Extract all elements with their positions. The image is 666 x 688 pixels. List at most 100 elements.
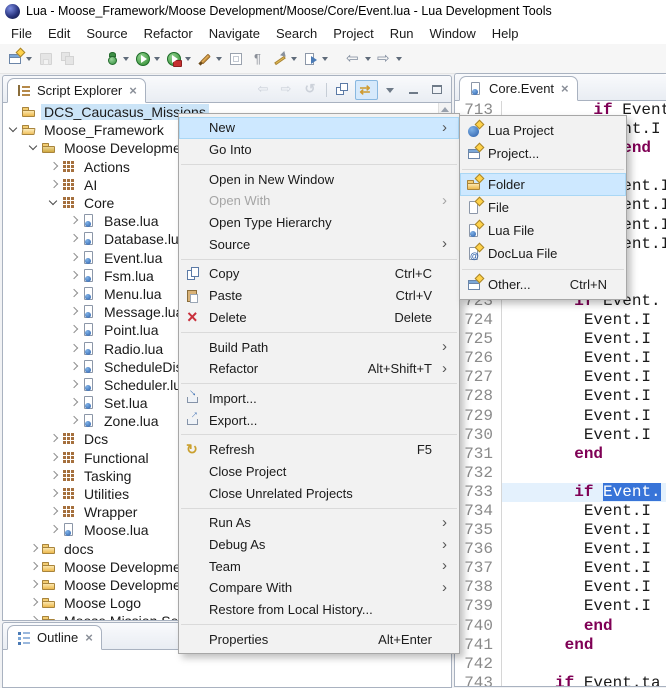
menu-search[interactable]: Search (268, 24, 325, 43)
chevron-collapsed-icon[interactable] (69, 234, 79, 244)
chevron-collapsed-icon[interactable] (69, 416, 79, 426)
chevron-collapsed-icon[interactable] (49, 525, 59, 535)
chevron-expanded-icon[interactable] (9, 125, 19, 135)
new-submenu-item-project[interactable]: Project... (460, 142, 626, 165)
close-icon[interactable]: × (561, 84, 569, 94)
chevron-collapsed-icon[interactable] (29, 616, 39, 620)
code-line-741[interactable]: 741 end (455, 636, 666, 655)
run-button[interactable] (133, 49, 162, 69)
tab-core-event[interactable]: Core.Event × (459, 76, 578, 101)
code-line-739[interactable]: 739 Event.I (455, 597, 666, 616)
debug-button[interactable] (102, 49, 131, 69)
new-submenu-item-doclua-file[interactable]: DocLua File (460, 242, 626, 265)
context-menu-item-restore-from-local-history[interactable]: Restore from Local History... (179, 599, 459, 621)
chevron-collapsed-icon[interactable] (49, 434, 59, 444)
chevron-collapsed-icon[interactable] (69, 253, 79, 263)
code-line-728[interactable]: 728 Event.I (455, 387, 666, 406)
context-menu-item-build-path[interactable]: Build Path› (179, 336, 459, 358)
last-edit-location-button[interactable] (270, 49, 299, 69)
collapse-all-button[interactable] (332, 81, 353, 99)
menu-project[interactable]: Project (325, 24, 381, 43)
context-menu-item-compare-with[interactable]: Compare With› (179, 577, 459, 599)
chevron-collapsed-icon[interactable] (49, 162, 59, 172)
menu-source[interactable]: Source (78, 24, 135, 43)
chevron-collapsed-icon[interactable] (29, 580, 39, 590)
context-menu-item-close-unrelated-projects[interactable]: Close Unrelated Projects (179, 482, 459, 504)
chevron-down-icon[interactable] (396, 57, 402, 61)
chevron-collapsed-icon[interactable] (49, 489, 59, 499)
chevron-collapsed-icon[interactable] (49, 453, 59, 463)
code-line-740[interactable]: 740 end (455, 617, 666, 636)
chevron-down-icon[interactable] (291, 57, 297, 61)
chevron-collapsed-icon[interactable] (69, 307, 79, 317)
maximize-button[interactable] (426, 81, 447, 99)
code-line-730[interactable]: 730 Event.I (455, 426, 666, 445)
chevron-collapsed-icon[interactable] (69, 216, 79, 226)
context-menu-item-paste[interactable]: PasteCtrl+V (179, 285, 459, 307)
context-menu-item-source[interactable]: Source› (179, 233, 459, 255)
code-line-738[interactable]: 738 Event.I (455, 578, 666, 597)
close-icon[interactable]: × (85, 633, 93, 643)
menu-file[interactable]: File (3, 24, 40, 43)
menu-window[interactable]: Window (422, 24, 484, 43)
chevron-collapsed-icon[interactable] (69, 362, 79, 372)
context-menu-item-copy[interactable]: CopyCtrl+C (179, 263, 459, 285)
menu-run[interactable]: Run (382, 24, 422, 43)
chevron-collapsed-icon[interactable] (69, 271, 79, 281)
context-menu-item-refactor[interactable]: RefactorAlt+Shift+T› (179, 358, 459, 380)
brush-button[interactable] (195, 49, 224, 69)
context-menu-item-refresh[interactable]: RefreshF5 (179, 439, 459, 461)
chevron-collapsed-icon[interactable] (29, 544, 39, 554)
tab-outline[interactable]: Outline × (7, 625, 102, 650)
new-submenu-item-lua-file[interactable]: Lua File (460, 219, 626, 242)
new-submenu-item-lua-project[interactable]: Lua Project (460, 119, 626, 142)
code-line-731[interactable]: 731 end (455, 445, 666, 464)
chevron-collapsed-icon[interactable] (49, 471, 59, 481)
chevron-collapsed-icon[interactable] (69, 344, 79, 354)
view-menu-button[interactable] (380, 81, 401, 99)
code-line-734[interactable]: 734 Event.I (455, 502, 666, 521)
chevron-down-icon[interactable] (365, 57, 371, 61)
new-submenu-item-other[interactable]: Other...Ctrl+N (460, 273, 626, 296)
chevron-expanded-icon[interactable] (49, 198, 59, 208)
forward-button[interactable] (375, 49, 404, 69)
context-menu-item-open-type-hierarchy[interactable]: Open Type Hierarchy (179, 212, 459, 234)
context-menu-item-debug-as[interactable]: Debug As› (179, 534, 459, 556)
back-button[interactable] (344, 49, 373, 69)
chevron-collapsed-icon[interactable] (49, 180, 59, 190)
context-menu-item-properties[interactable]: PropertiesAlt+Enter (179, 628, 459, 650)
chevron-collapsed-icon[interactable] (49, 507, 59, 517)
chevron-collapsed-icon[interactable] (29, 598, 39, 608)
scroll-up-icon[interactable] (441, 107, 449, 112)
code-line-742[interactable]: 742 (455, 655, 666, 674)
code-line-727[interactable]: 727 Event.I (455, 368, 666, 387)
code-line-733[interactable]: 733 if Event. (455, 483, 666, 502)
new-submenu-item-folder[interactable]: Folder (460, 173, 626, 196)
tab-script-explorer[interactable]: Script Explorer × (7, 78, 146, 103)
menu-help[interactable]: Help (484, 24, 527, 43)
context-menu-item-go-into[interactable]: Go Into (179, 139, 459, 161)
code-line-726[interactable]: 726 Event.I (455, 349, 666, 368)
close-icon[interactable]: × (129, 86, 137, 96)
minimize-button[interactable] (403, 81, 424, 99)
chevron-down-icon[interactable] (154, 57, 160, 61)
chevron-expanded-icon[interactable] (29, 143, 39, 153)
new-submenu-item-file[interactable]: File (460, 196, 626, 219)
code-line-724[interactable]: 724 Event.I (455, 311, 666, 330)
context-menu-item-new[interactable]: New› (179, 117, 459, 139)
mark-occurrences-button[interactable] (226, 49, 246, 69)
context-menu-item-export[interactable]: Export... (179, 409, 459, 431)
context-menu-item-team[interactable]: Team› (179, 555, 459, 577)
chevron-down-icon[interactable] (185, 57, 191, 61)
show-paragraph-button[interactable] (248, 49, 268, 69)
chevron-down-icon[interactable] (322, 57, 328, 61)
context-menu-item-close-project[interactable]: Close Project (179, 461, 459, 483)
code-line-736[interactable]: 736 Event.I (455, 540, 666, 559)
context-menu-item-run-as[interactable]: Run As› (179, 512, 459, 534)
chevron-down-icon[interactable] (216, 57, 222, 61)
goto-annotation-button[interactable] (301, 49, 330, 69)
chevron-down-icon[interactable] (26, 57, 32, 61)
chevron-collapsed-icon[interactable] (69, 398, 79, 408)
code-line-729[interactable]: 729 Event.I (455, 407, 666, 426)
chevron-collapsed-icon[interactable] (29, 562, 39, 572)
